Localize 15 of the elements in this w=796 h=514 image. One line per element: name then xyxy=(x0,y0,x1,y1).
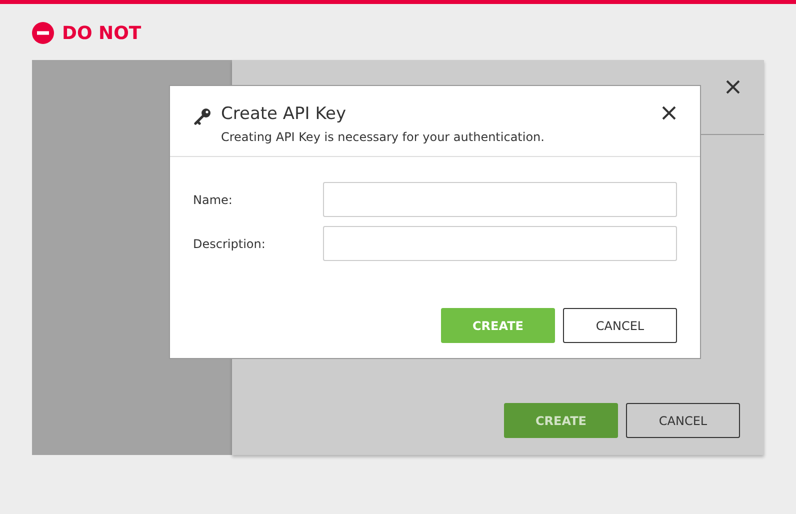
input-field[interactable] xyxy=(323,226,677,261)
cancel-button[interactable]: CANCEL xyxy=(626,403,740,438)
dialog-subtitle: Creating API Key is necessary for your authentication. xyxy=(221,130,544,144)
dialog-title: Create API Key xyxy=(221,104,348,124)
field-label: Description: xyxy=(193,236,266,250)
badge-label: DO NOT xyxy=(62,22,142,44)
cancel-button[interactable]: CANCEL xyxy=(563,308,677,343)
close-icon xyxy=(726,80,740,94)
no-entry-icon xyxy=(32,22,54,44)
close-icon xyxy=(662,106,676,120)
close-button[interactable] xyxy=(662,106,676,120)
field-label: Name: xyxy=(193,192,234,206)
key-icon xyxy=(194,108,211,125)
close-button[interactable] xyxy=(726,80,740,94)
input-field[interactable] xyxy=(323,182,677,217)
